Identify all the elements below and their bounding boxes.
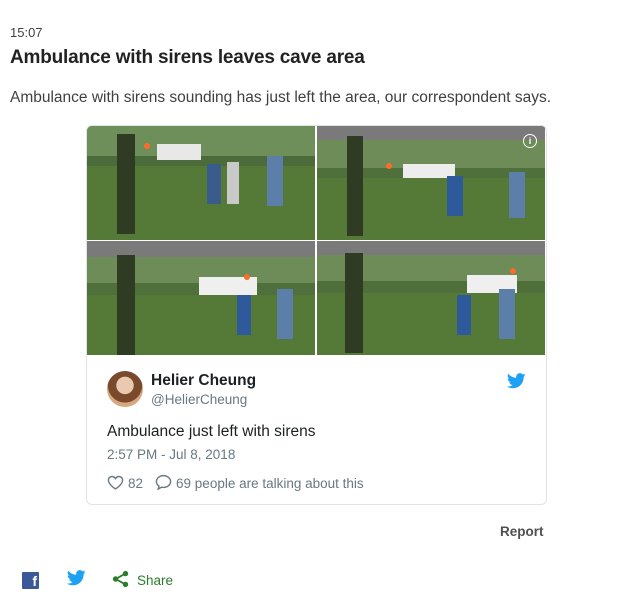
share-bar: f Share <box>22 570 173 591</box>
avatar[interactable] <box>107 371 143 407</box>
tweet-text: Ambulance just left with sirens <box>107 423 316 440</box>
author-handle[interactable]: @HelierCheung <box>151 392 256 407</box>
share-icon <box>112 570 130 591</box>
tweet-photo-4[interactable] <box>317 241 545 355</box>
twitter-bird-icon[interactable] <box>506 373 526 394</box>
like-count[interactable]: 82 <box>128 476 143 491</box>
heart-icon[interactable] <box>107 475 124 493</box>
share-label: Share <box>137 573 174 588</box>
twitter-bird-icon[interactable] <box>66 570 86 591</box>
tweet-author[interactable]: Helier Cheung @HelierCheung <box>107 371 256 407</box>
tweet-timestamp[interactable]: 2:57 PM - Jul 8, 2018 <box>107 447 235 462</box>
talking-count[interactable]: 69 people are talking about this <box>176 476 364 491</box>
post-summary: Ambulance with sirens sounding has just … <box>10 89 552 106</box>
tweet-actions: 82 69 people are talking about this <box>107 474 376 493</box>
facebook-icon[interactable]: f <box>22 572 39 589</box>
info-icon[interactable]: i <box>523 134 537 148</box>
embedded-tweet[interactable]: i Helier Cheung @HelierCheung Ambulance … <box>86 125 547 505</box>
report-link[interactable]: Report <box>500 524 544 539</box>
tweet-photo-3[interactable] <box>87 241 315 355</box>
tweet-photo-2[interactable]: i <box>317 126 545 240</box>
share-button[interactable]: Share <box>112 570 173 591</box>
post-time: 15:07 <box>10 25 43 40</box>
post-headline: Ambulance with sirens leaves cave area <box>10 47 365 68</box>
author-display-name[interactable]: Helier Cheung <box>151 372 256 390</box>
tweet-photo-1[interactable] <box>87 126 315 240</box>
tweet-media-grid[interactable]: i <box>87 126 546 356</box>
speech-bubble-icon[interactable] <box>155 474 172 493</box>
